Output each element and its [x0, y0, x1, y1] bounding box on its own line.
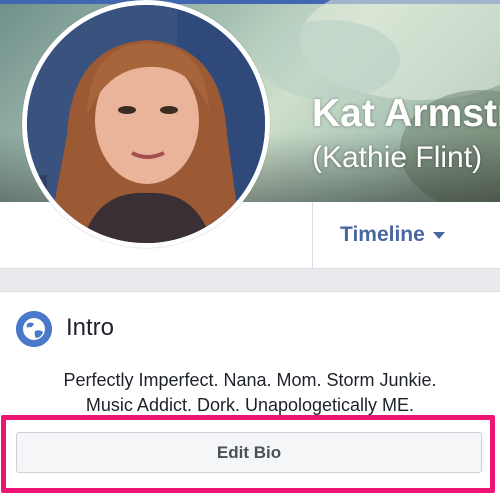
- globe-icon: [16, 311, 52, 347]
- caret-down-icon[interactable]: [432, 231, 445, 239]
- nav-divider: [312, 202, 313, 268]
- intro-title: Intro: [66, 314, 115, 341]
- bio-text: Perfectly Imperfect. Nana. Mom. Storm Ju…: [0, 368, 500, 418]
- tab-timeline[interactable]: Timeline: [340, 222, 445, 248]
- alternate-name: (Kathie Flint): [312, 141, 483, 174]
- tab-timeline-label: Timeline: [340, 223, 425, 246]
- bio-line: Perfectly Imperfect. Nana. Mom. Storm Ju…: [63, 370, 437, 390]
- section-gap: [0, 269, 500, 291]
- edit-bio-button[interactable]: Edit Bio: [16, 432, 482, 473]
- profile-name[interactable]: Kat Armstr: [312, 92, 500, 136]
- profile-avatar[interactable]: [22, 0, 270, 248]
- avatar-photo: [27, 5, 265, 243]
